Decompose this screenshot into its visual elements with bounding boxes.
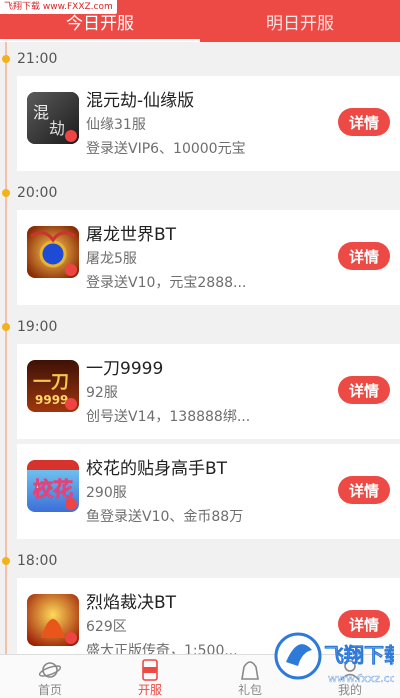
detail-button[interactable]: 详情 <box>338 476 390 504</box>
watermark-logo: 飞翔下载 www.fxxz.com <box>272 626 400 698</box>
time-label: 18:00 <box>17 553 58 569</box>
yidao-icon[interactable]: 一刀 9999 <box>27 360 79 412</box>
game-title: 混元劫-仙缘版 <box>86 91 195 111</box>
watermark-url: www.fxxz.com <box>328 672 394 685</box>
game-gift: 盛大正版传奇，1:500... <box>86 643 238 654</box>
server-schedule-list[interactable]: 21:00 混 劫 混元劫-仙缘版 仙缘31服 登录送VIP6、10000元宝 … <box>0 42 400 654</box>
time-header: 19:00 <box>0 310 400 344</box>
game-server: 屠龙5服 <box>86 251 137 267</box>
nav-home[interactable]: 首页 <box>0 655 100 698</box>
game-server: 290服 <box>86 485 127 501</box>
game-title: 烈焰裁决BT <box>86 593 177 613</box>
time-header: 20:00 <box>0 176 400 210</box>
svg-text:劫: 劫 <box>49 119 65 138</box>
dragon-world-icon[interactable] <box>27 226 79 278</box>
time-label: 19:00 <box>17 319 58 335</box>
game-gift: 创号送V14，138888绑... <box>86 409 251 425</box>
time-label: 21:00 <box>17 51 58 67</box>
hunyuanjie-icon[interactable]: 混 劫 <box>27 92 79 144</box>
detail-button[interactable]: 详情 <box>338 376 390 404</box>
svg-text:混: 混 <box>33 103 49 122</box>
gift-bag-icon <box>241 661 259 680</box>
game-server: 仙缘31服 <box>86 117 146 133</box>
nav-label: 首页 <box>37 683 62 697</box>
game-title: 校花的贴身高手BT <box>86 459 228 479</box>
game-server: 92服 <box>86 385 118 401</box>
timeline-dot <box>2 557 10 565</box>
nav-server[interactable]: 开服 <box>100 655 200 698</box>
svg-text:9999: 9999 <box>35 393 68 407</box>
lieyan-icon[interactable] <box>27 594 79 646</box>
nav-label: 礼包 <box>237 683 262 697</box>
nav-label: 开服 <box>137 683 162 697</box>
detail-button[interactable]: 详情 <box>338 108 390 136</box>
game-card[interactable]: 一刀 9999 一刀9999 92服 创号送V14，138888绑... 详情 <box>17 344 400 439</box>
timeline-dot <box>2 323 10 331</box>
watermark-top: 飞翔下载 www.FXXZ.com <box>0 0 117 14</box>
game-card[interactable]: 混 劫 混元劫-仙缘版 仙缘31服 登录送VIP6、10000元宝 详情 <box>17 76 400 171</box>
game-gift: 登录送VIP6、10000元宝 <box>86 141 246 157</box>
svg-text:一刀: 一刀 <box>33 372 69 393</box>
time-label: 20:00 <box>17 185 58 201</box>
timeline-dot <box>2 55 10 63</box>
time-header: 21:00 <box>0 42 400 76</box>
time-header: 18:00 <box>0 544 400 578</box>
svg-text:校花: 校花 <box>33 477 73 501</box>
game-gift: 登录送V10，元宝2888... <box>86 275 247 291</box>
timeline-dot <box>2 189 10 197</box>
game-card[interactable]: 校花 校花的贴身高手BT 290服 鱼登录送V10、金币88万 详情 <box>17 444 400 539</box>
game-server: 629区 <box>86 619 127 635</box>
watermark-brand: 飞翔下载 <box>324 643 394 667</box>
planet-icon <box>38 662 62 678</box>
game-card[interactable]: 屠龙世界BT 屠龙5服 登录送V10，元宝2888... 详情 <box>17 210 400 305</box>
game-gift: 鱼登录送V10、金币88万 <box>86 509 244 525</box>
tab-tomorrow-open[interactable]: 明日开服 <box>200 0 400 42</box>
xiaohua-icon[interactable]: 校花 <box>27 460 79 512</box>
server-icon <box>142 659 158 681</box>
detail-button[interactable]: 详情 <box>338 242 390 270</box>
game-title: 一刀9999 <box>86 359 164 379</box>
game-title: 屠龙世界BT <box>86 225 177 245</box>
